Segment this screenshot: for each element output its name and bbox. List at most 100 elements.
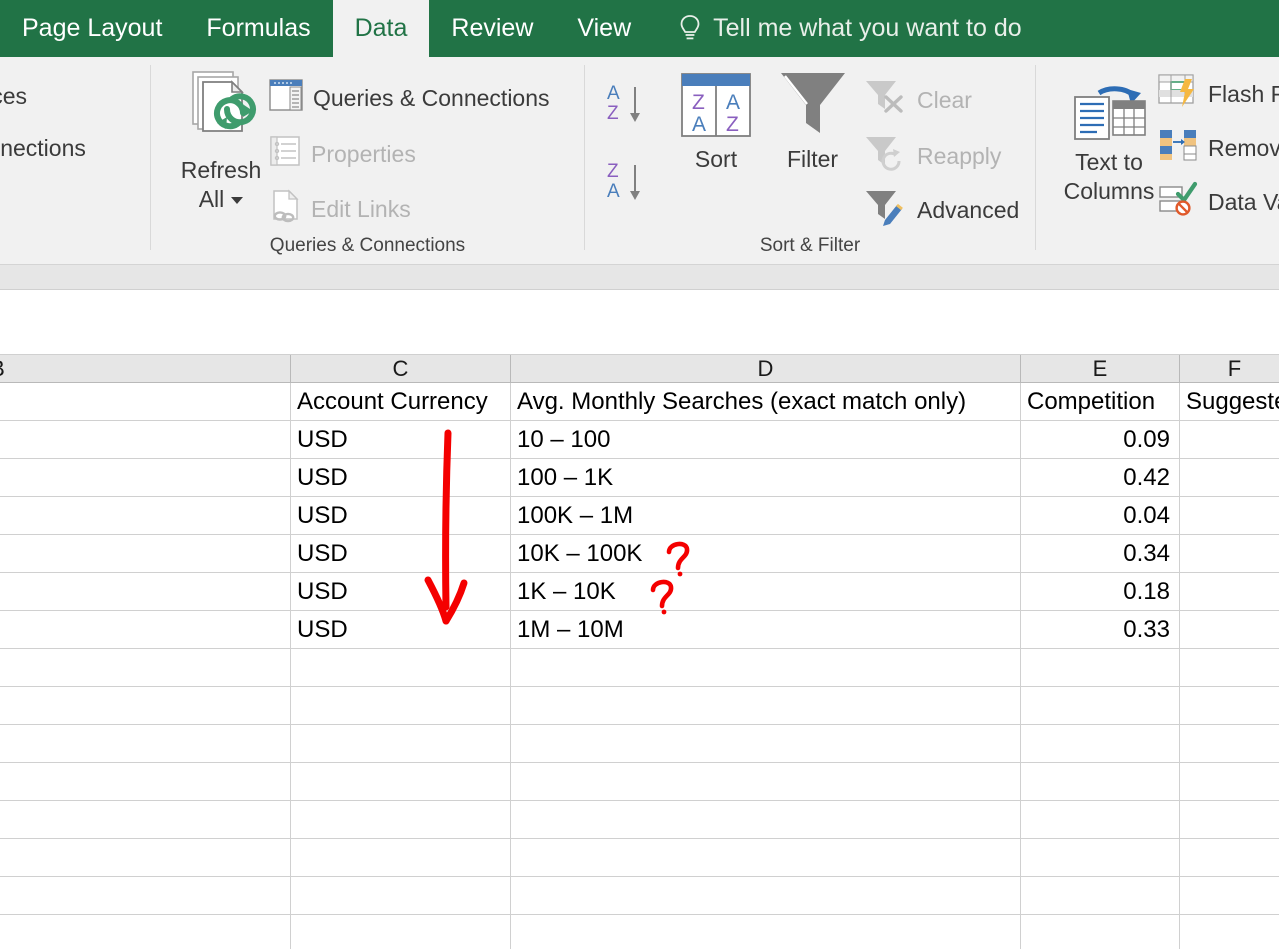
cell-c-10[interactable] [291,763,511,801]
cell-c-13[interactable] [291,877,511,915]
edit-links-button[interactable]: Edit Links [269,189,411,229]
cell-b-8[interactable] [0,687,291,725]
text-to-columns-button[interactable]: Text to Columns [1050,71,1168,206]
cell-f-8[interactable] [1180,687,1279,725]
clear-filter-button[interactable]: Clear [863,77,972,123]
cell-b-7[interactable] [0,649,291,687]
data-validation-button[interactable]: Data Va [1158,181,1279,223]
cell-b-9[interactable] [0,725,291,763]
cell-e-7[interactable] [1021,649,1180,687]
cell-d-11[interactable] [511,801,1021,839]
cell-c-11[interactable] [291,801,511,839]
sort-ascending-button[interactable]: A Z [605,79,647,133]
tab-page-layout[interactable]: Page Layout [0,0,184,57]
cell-b-5[interactable] [0,573,291,611]
cell-c-1[interactable]: USD [291,421,511,459]
cell-f-header[interactable]: Suggeste [1180,383,1279,421]
filter-button[interactable]: Filter [765,67,860,174]
formula-bar[interactable] [0,290,1279,355]
refresh-all-dropdown-caret[interactable] [231,197,244,205]
cell-d-6[interactable]: 1M – 10M [511,611,1021,649]
cell-e-10[interactable] [1021,763,1180,801]
column-header-c[interactable]: C [291,355,511,383]
cell-e-4[interactable]: 0.34 [1021,535,1180,573]
column-header-d[interactable]: D [511,355,1021,383]
cell-d-4[interactable]: 10K – 100K [511,535,1021,573]
cell-d-7[interactable] [511,649,1021,687]
cell-f-9[interactable] [1180,725,1279,763]
cell-c-6[interactable]: USD [291,611,511,649]
column-header-f[interactable]: F [1180,355,1279,383]
cell-f-12[interactable] [1180,839,1279,877]
cell-c-7[interactable] [291,649,511,687]
cell-e-3[interactable]: 0.04 [1021,497,1180,535]
cell-d-10[interactable] [511,763,1021,801]
cell-b-header[interactable] [0,383,291,421]
cell-e-9[interactable] [1021,725,1180,763]
cell-c-9[interactable] [291,725,511,763]
remove-duplicates-button[interactable]: Remov [1158,127,1279,169]
sort-descending-button[interactable]: Z A [605,157,647,211]
sort-button[interactable]: Z A A Z Sort [670,73,762,174]
cell-c-header[interactable]: Account Currency [291,383,511,421]
cell-e-11[interactable] [1021,801,1180,839]
advanced-filter-button[interactable]: Advanced [863,187,1019,233]
tab-formulas[interactable]: Formulas [184,0,332,57]
cell-c-12[interactable] [291,839,511,877]
column-header-e[interactable]: E [1021,355,1180,383]
tab-view[interactable]: View [555,0,653,57]
flash-fill-button[interactable]: Flash F [1158,73,1279,115]
cell-d-1[interactable]: 10 – 100 [511,421,1021,459]
cell-b-6[interactable] [0,611,291,649]
cell-c-2[interactable]: USD [291,459,511,497]
cell-d-5[interactable]: 1K – 10K [511,573,1021,611]
cell-b-13[interactable] [0,877,291,915]
cell-e-8[interactable] [1021,687,1180,725]
cell-e-header[interactable]: Competition [1021,383,1180,421]
cell-f-3[interactable] [1180,497,1279,535]
cell-f-5[interactable] [1180,573,1279,611]
cell-c-14[interactable] [291,915,511,949]
cell-b-14[interactable] [0,915,291,949]
cell-d-12[interactable] [511,839,1021,877]
get-data-sources-button[interactable]: ources [0,83,27,110]
tab-data[interactable]: Data [332,0,430,57]
queries-and-connections-button[interactable]: Queries & Connections [269,79,550,117]
cell-e-14[interactable] [1021,915,1180,949]
tell-me-search[interactable]: Tell me what you want to do [653,14,1022,44]
cell-c-8[interactable] [291,687,511,725]
cell-b-10[interactable] [0,763,291,801]
tab-review[interactable]: Review [429,0,555,57]
cell-b-11[interactable] [0,801,291,839]
cell-d-8[interactable] [511,687,1021,725]
cell-f-2[interactable] [1180,459,1279,497]
cell-f-14[interactable] [1180,915,1279,949]
cell-d-2[interactable]: 100 – 1K [511,459,1021,497]
cell-f-1[interactable] [1180,421,1279,459]
cell-f-6[interactable] [1180,611,1279,649]
refresh-all-button[interactable]: Refresh All [166,69,276,214]
cell-e-5[interactable]: 0.18 [1021,573,1180,611]
existing-connections-button[interactable]: Connections [0,135,86,162]
cell-b-3[interactable] [0,497,291,535]
cell-b-4[interactable] [0,535,291,573]
cell-e-12[interactable] [1021,839,1180,877]
cell-e-13[interactable] [1021,877,1180,915]
cell-e-2[interactable]: 0.42 [1021,459,1180,497]
cell-c-5[interactable]: USD [291,573,511,611]
cell-d-13[interactable] [511,877,1021,915]
cell-e-6[interactable]: 0.33 [1021,611,1180,649]
cell-d-header[interactable]: Avg. Monthly Searches (exact match only) [511,383,1021,421]
cell-f-7[interactable] [1180,649,1279,687]
cell-f-11[interactable] [1180,801,1279,839]
reapply-filter-button[interactable]: Reapply [863,133,1001,179]
cell-b-12[interactable] [0,839,291,877]
cell-f-4[interactable] [1180,535,1279,573]
cell-d-9[interactable] [511,725,1021,763]
cell-c-4[interactable]: USD [291,535,511,573]
cell-c-3[interactable]: USD [291,497,511,535]
cell-b-1[interactable] [0,421,291,459]
cell-d-3[interactable]: 100K – 1M [511,497,1021,535]
cell-b-2[interactable]: ol [0,459,291,497]
cell-f-10[interactable] [1180,763,1279,801]
